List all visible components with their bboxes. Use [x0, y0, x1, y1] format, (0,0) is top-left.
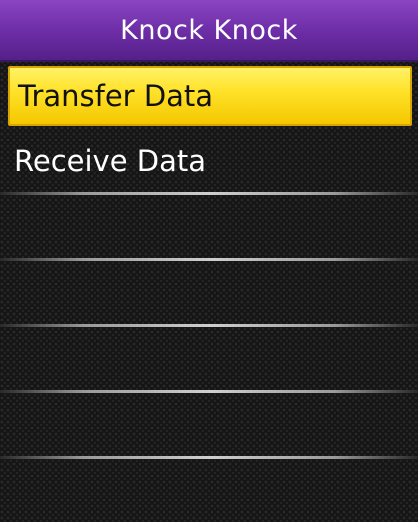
menu-divider	[0, 192, 418, 195]
menu-divider	[0, 258, 418, 261]
title-bar: Knock Knock	[0, 0, 418, 62]
menu-item-label: Receive Data	[14, 144, 206, 178]
menu-list: Transfer Data Receive Data	[0, 62, 418, 194]
page-title: Knock Knock	[120, 14, 298, 46]
menu-divider	[0, 324, 418, 327]
menu-divider	[0, 390, 418, 393]
menu-divider	[0, 456, 418, 459]
menu-item-receive-data[interactable]: Receive Data	[0, 128, 418, 194]
menu-item-label: Transfer Data	[18, 79, 214, 113]
device-screen: Knock Knock Transfer Data Receive Data	[0, 0, 418, 522]
menu-item-transfer-data[interactable]: Transfer Data	[8, 66, 412, 126]
